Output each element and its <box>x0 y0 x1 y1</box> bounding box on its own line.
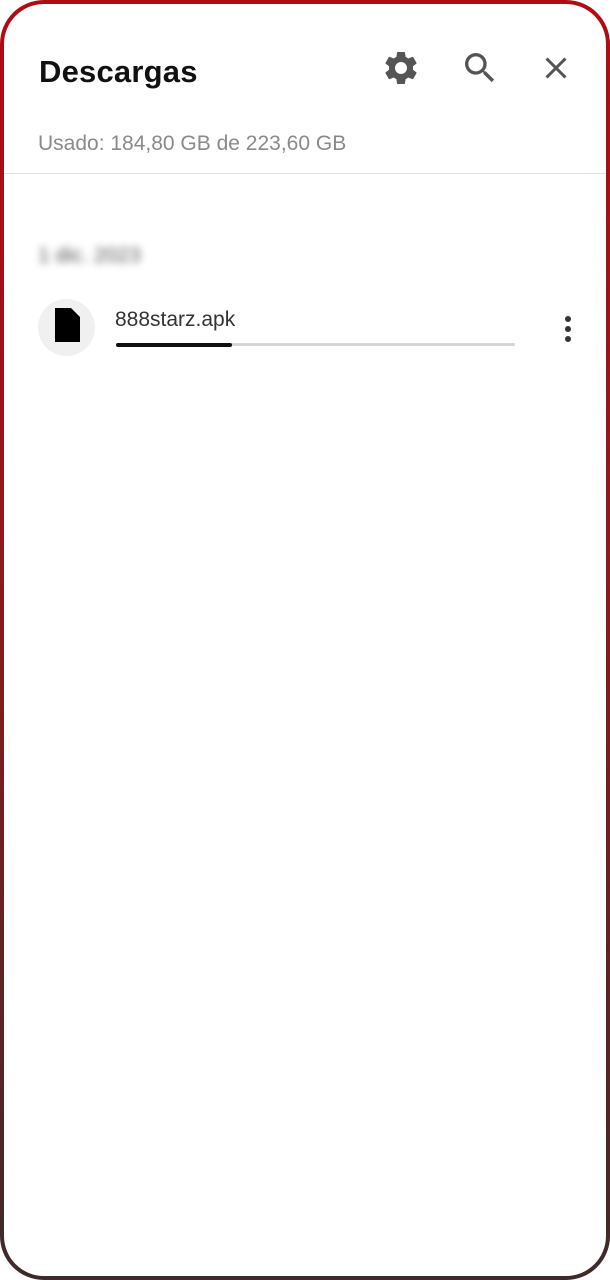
download-progress-fill <box>116 342 232 347</box>
file-icon <box>52 307 82 348</box>
file-name: 888starz.apk <box>115 308 236 331</box>
file-icon-container <box>38 299 95 356</box>
close-button[interactable] <box>532 46 580 94</box>
settings-button[interactable] <box>377 46 425 94</box>
gear-icon <box>381 48 421 93</box>
item-menu-button[interactable] <box>548 308 588 354</box>
header-divider <box>4 173 606 174</box>
downloads-screen: Descargas Usado: 184,80 GB de 223,60 GB … <box>4 4 606 1276</box>
search-button[interactable] <box>456 46 504 94</box>
page-title: Descargas <box>39 54 198 89</box>
search-icon <box>460 48 500 93</box>
storage-usage-text: Usado: 184,80 GB de 223,60 GB <box>38 132 347 155</box>
device-frame: Descargas Usado: 184,80 GB de 223,60 GB … <box>0 0 610 1280</box>
download-item[interactable]: 888starz.apk <box>4 296 606 366</box>
close-icon <box>538 50 574 91</box>
more-vert-icon <box>563 314 573 349</box>
download-progress-bar <box>116 342 515 347</box>
date-header: 1 dic. 2023 <box>38 244 141 267</box>
